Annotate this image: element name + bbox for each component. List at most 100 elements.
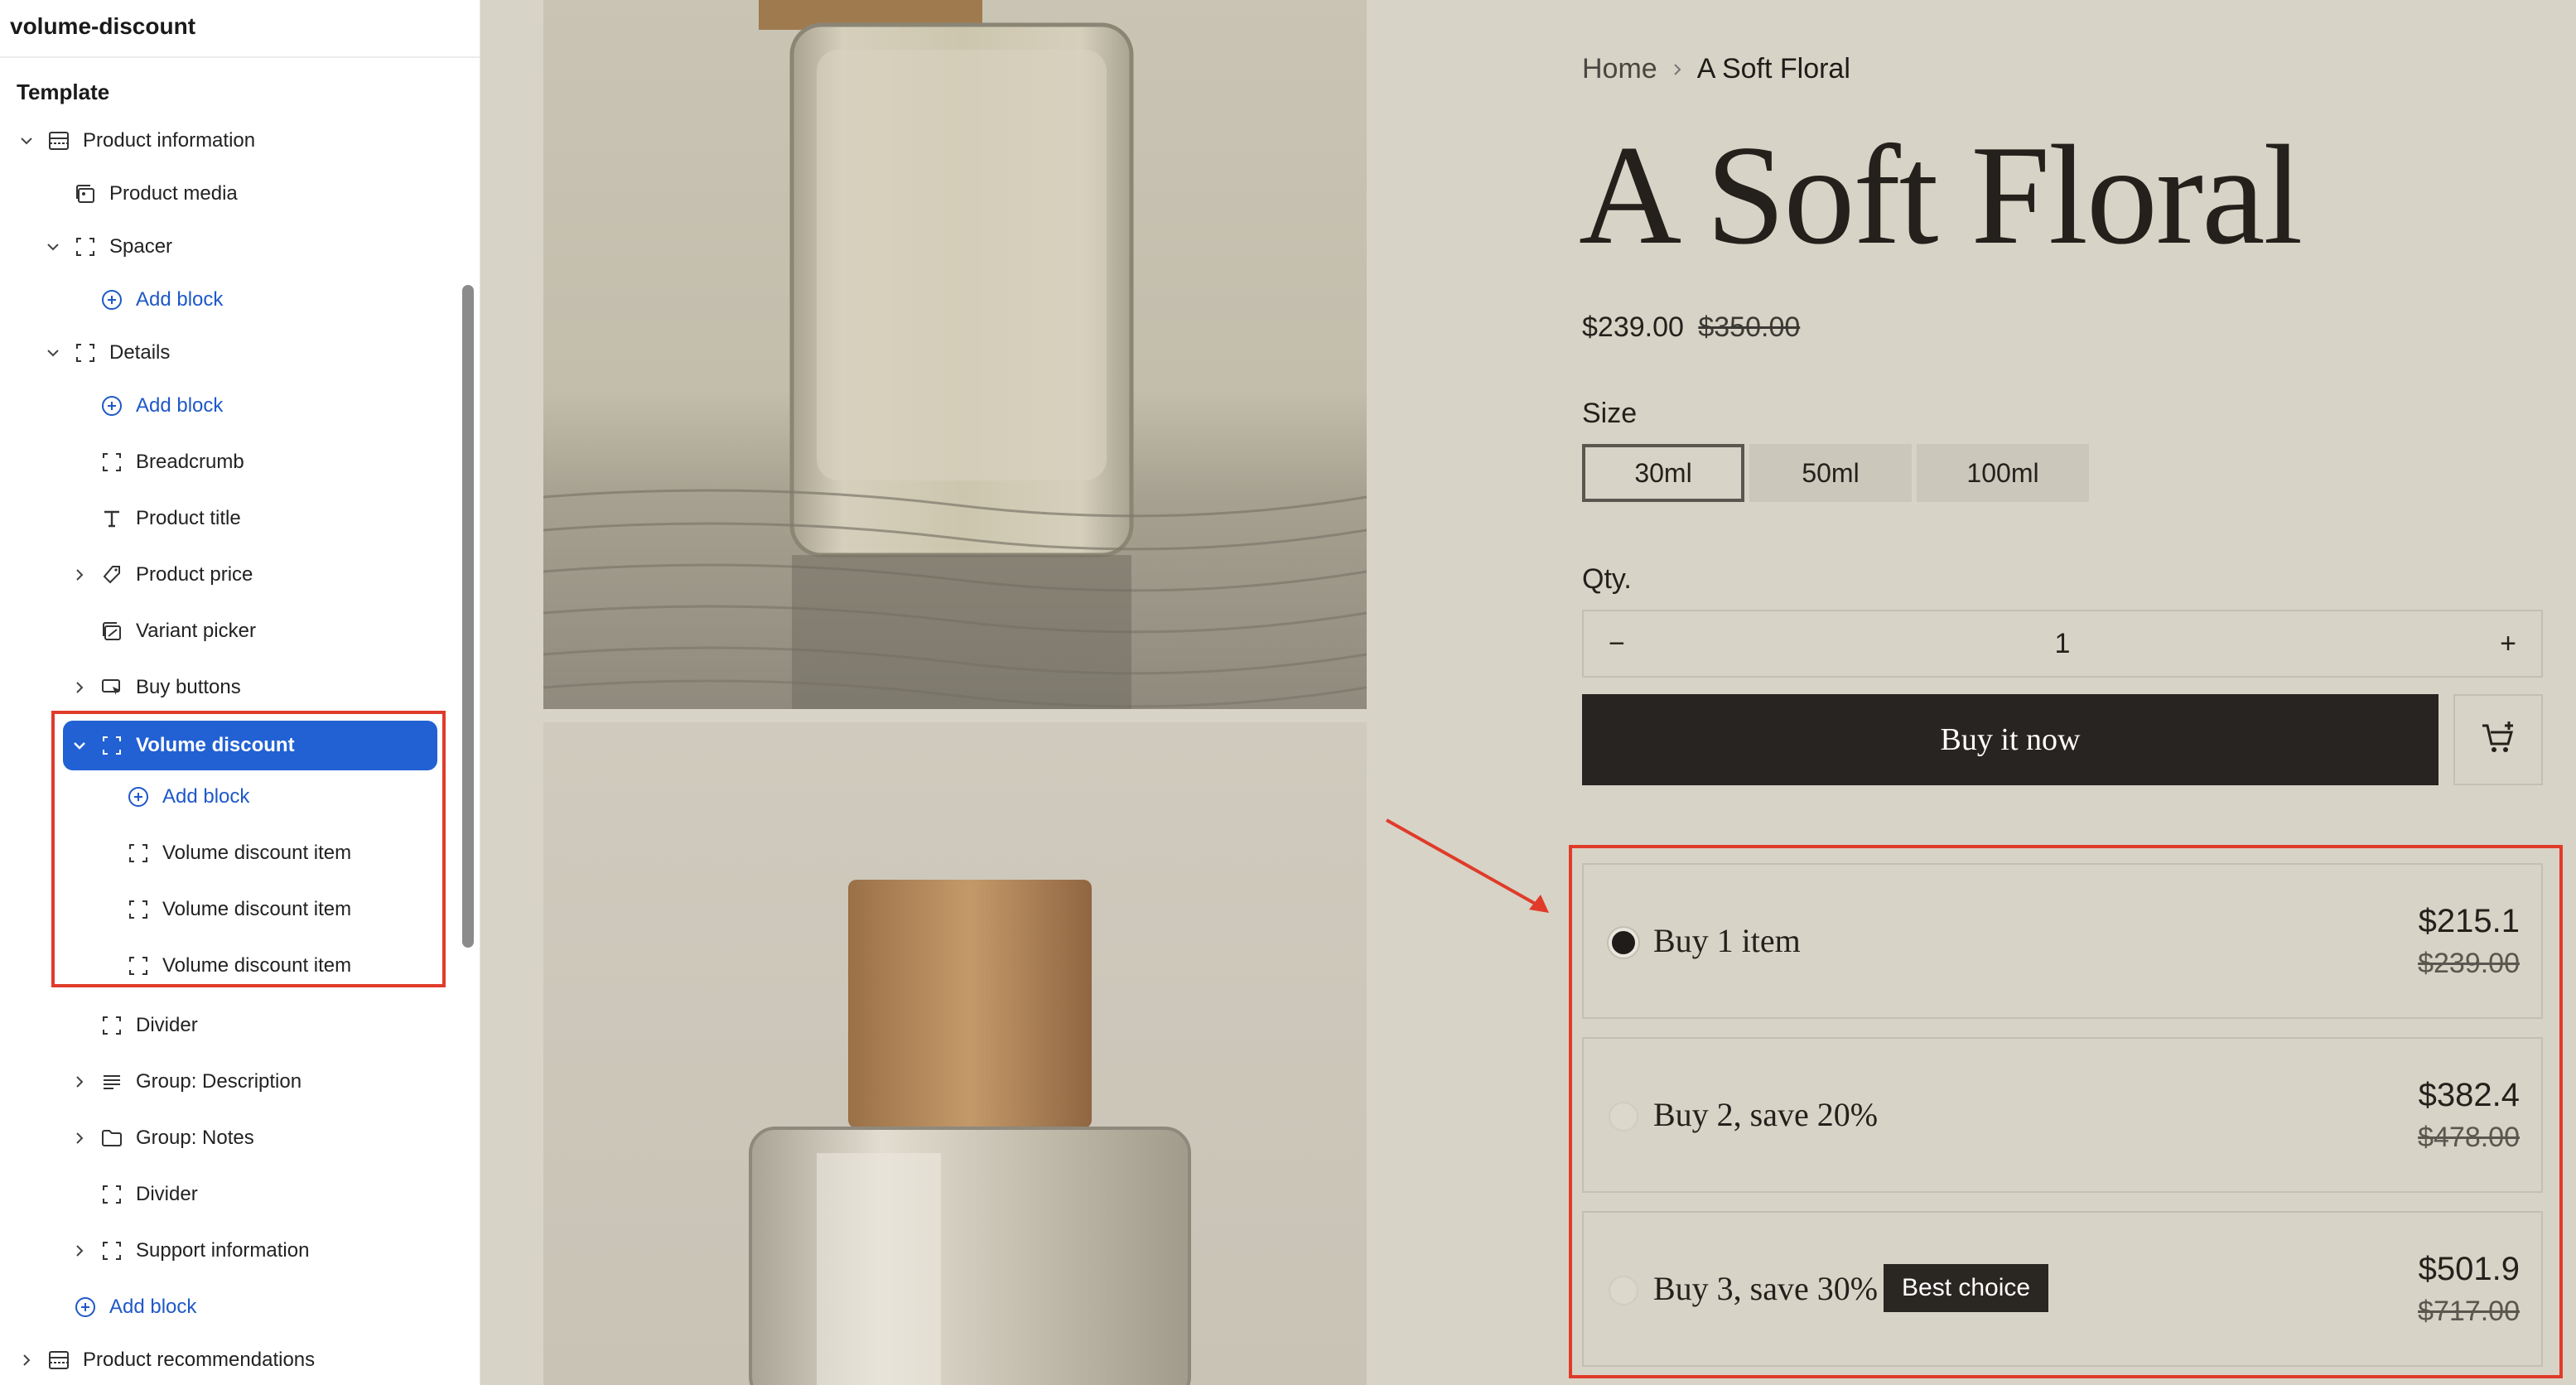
breadcrumb-home-link[interactable]: Home xyxy=(1582,53,1657,85)
sidebar-header: volume-discount xyxy=(0,0,480,58)
size-label: Size xyxy=(1582,398,1638,429)
chevron-right-icon[interactable] xyxy=(17,1350,36,1370)
chevron-right-icon[interactable] xyxy=(70,1128,89,1148)
tree-item-label: Product recommendations xyxy=(83,1349,316,1371)
media-icon xyxy=(73,181,98,206)
sidebar-highlight-annotation xyxy=(51,711,446,987)
section-icon xyxy=(46,1348,71,1373)
tier-price: $215.1 xyxy=(2418,903,2520,939)
chevron-down-icon[interactable] xyxy=(43,343,63,363)
price-compare: $350.00 xyxy=(1698,311,1801,343)
chevron-right-icon[interactable] xyxy=(70,565,89,585)
product-price: $239.00 $350.00 xyxy=(1582,311,1800,344)
tree-item-variant-picker[interactable]: Variant picker xyxy=(0,608,464,654)
tree-item-group-notes[interactable]: Group: Notes xyxy=(0,1115,464,1161)
chevron-right-icon xyxy=(1669,53,1686,85)
chevron-down-icon[interactable] xyxy=(43,237,63,257)
size-option-100ml[interactable]: 100ml xyxy=(1917,444,2089,502)
tree-item-label: Product price xyxy=(136,563,253,586)
tree-item-label: Product title xyxy=(136,507,241,529)
tree-item-support-information[interactable]: Support information xyxy=(0,1228,464,1274)
block-icon xyxy=(99,1013,124,1038)
product-title: A Soft Floral xyxy=(1579,117,2303,274)
chevron-down-icon[interactable] xyxy=(17,131,36,151)
tree-item-label: Group: Description xyxy=(136,1070,302,1093)
add-circle-icon xyxy=(99,287,124,312)
tree-item-product-media[interactable]: Product media xyxy=(0,171,464,217)
tree-item-label: Group: Notes xyxy=(136,1127,254,1149)
add-block-label: Add block xyxy=(109,1296,197,1318)
chevron-right-icon[interactable] xyxy=(70,1241,89,1261)
tier-price: $382.4 xyxy=(2418,1077,2520,1113)
block-icon xyxy=(73,340,98,365)
tree-item-group-description[interactable]: Group: Description xyxy=(0,1059,464,1105)
size-option-50ml[interactable]: 50ml xyxy=(1749,444,1912,502)
product-image-1 xyxy=(543,0,1367,709)
buy-it-now-button[interactable]: Buy it now xyxy=(1582,694,2439,785)
quantity-increase-button[interactable]: + xyxy=(2500,628,2516,660)
tier-compare-price: $717.00 xyxy=(2418,1296,2520,1327)
section-icon xyxy=(46,128,71,153)
tree-item-label: Buy buttons xyxy=(136,676,241,698)
best-choice-badge: Best choice xyxy=(1884,1264,2049,1312)
sidebar-scrollbar[interactable] xyxy=(462,285,474,948)
variant-icon xyxy=(99,619,124,644)
cursor-icon xyxy=(99,675,124,700)
breadcrumb: Home A Soft Floral xyxy=(1582,53,1850,85)
quantity-decrease-button[interactable]: − xyxy=(1609,628,1625,660)
block-icon xyxy=(99,1238,124,1263)
add-block-button[interactable]: Add block xyxy=(0,277,464,323)
volume-tier-option[interactable]: Buy 2, save 20% $382.4 $478.00 xyxy=(1582,1037,2543,1193)
tier-radio[interactable] xyxy=(1609,1102,1638,1132)
tree-item-product-information[interactable]: Product information xyxy=(0,118,464,164)
tier-label: Buy 1 item xyxy=(1653,922,1801,959)
chevron-right-icon[interactable] xyxy=(70,678,89,697)
tree-item-divider[interactable]: Divider xyxy=(0,1002,464,1049)
tree-item-label: Product information xyxy=(83,129,256,152)
volume-tier-option[interactable]: Buy 3, save 30% Best choice $501.9 $717.… xyxy=(1582,1211,2543,1367)
tree-item-label: Divider xyxy=(136,1183,198,1205)
block-icon xyxy=(73,234,98,259)
template-heading: Template xyxy=(17,80,110,104)
quantity-label: Qty. xyxy=(1582,563,1632,595)
tier-price: $501.9 xyxy=(2418,1251,2520,1287)
tree-item-divider[interactable]: Divider xyxy=(0,1171,464,1218)
add-block-label: Add block xyxy=(136,288,224,311)
tree-item-breadcrumb[interactable]: Breadcrumb xyxy=(0,439,464,485)
folder-icon xyxy=(99,1126,124,1151)
annotation-arrow xyxy=(1386,818,1549,913)
product-image-2 xyxy=(543,722,1367,1385)
tree-item-details[interactable]: Details xyxy=(0,330,464,376)
breadcrumb-current: A Soft Floral xyxy=(1696,53,1850,84)
text-icon xyxy=(99,506,124,531)
price-icon xyxy=(99,562,124,587)
tier-label: Buy 3, save 30% xyxy=(1653,1270,1879,1307)
block-icon xyxy=(99,450,124,475)
cart-add-icon xyxy=(2479,719,2517,761)
lines-icon xyxy=(99,1069,124,1094)
tree-item-product-title[interactable]: Product title xyxy=(0,495,464,542)
volume-tier-option[interactable]: Buy 1 item $215.1 $239.00 xyxy=(1582,863,2543,1019)
add-circle-icon xyxy=(73,1295,98,1320)
size-option-30ml[interactable]: 30ml xyxy=(1582,444,1744,502)
tree-item-label: Spacer xyxy=(109,235,173,258)
add-block-label: Add block xyxy=(136,394,224,417)
tree-item-product-recommendations[interactable]: Product recommendations xyxy=(0,1337,464,1383)
add-circle-icon xyxy=(99,393,124,418)
quantity-input[interactable]: 1 xyxy=(2055,628,2071,660)
add-block-button[interactable]: Add block xyxy=(0,1284,464,1330)
tree-item-buy-buttons[interactable]: Buy buttons xyxy=(0,664,464,711)
tree-item-spacer[interactable]: Spacer xyxy=(0,224,464,270)
tree-item-label: Variant picker xyxy=(136,620,256,642)
tree-item-label: Support information xyxy=(136,1239,310,1262)
add-block-button[interactable]: Add block xyxy=(0,383,464,429)
add-to-cart-button[interactable] xyxy=(2453,694,2543,785)
tree-item-product-price[interactable]: Product price xyxy=(0,552,464,598)
tier-compare-price: $239.00 xyxy=(2418,948,2520,979)
tier-radio[interactable] xyxy=(1609,1276,1638,1305)
price-current: $239.00 xyxy=(1582,311,1684,343)
tree-item-label: Details xyxy=(109,341,171,364)
tree-item-label: Product media xyxy=(109,182,238,205)
chevron-right-icon[interactable] xyxy=(70,1072,89,1092)
tier-radio-selected[interactable] xyxy=(1609,928,1638,958)
